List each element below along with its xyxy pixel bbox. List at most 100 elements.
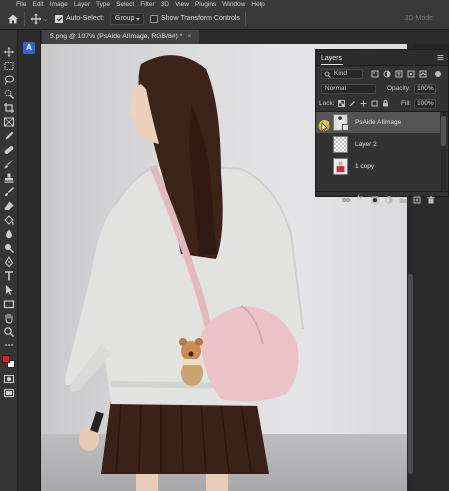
shape-filter-icon[interactable] <box>407 70 415 78</box>
lasso-icon[interactable] <box>3 74 15 86</box>
eraser-icon[interactable] <box>3 200 15 212</box>
menu-layer[interactable]: Layer <box>74 1 90 8</box>
auto-select-target-dropdown[interactable]: Group <box>110 13 144 25</box>
menu-3d[interactable]: 3D <box>161 1 169 8</box>
lock-fill-row: Lock: Fill: 100% <box>316 96 448 111</box>
lock-position-icon[interactable] <box>360 100 367 107</box>
layer-kind-filter-dropdown[interactable]: Kind <box>321 69 363 79</box>
chevron-down-icon[interactable]: ⌄ <box>43 16 48 23</box>
frame-icon[interactable] <box>3 116 15 128</box>
clone-stamp-icon[interactable] <box>3 172 15 184</box>
screen-mode-icon[interactable] <box>3 387 15 399</box>
hand-icon[interactable] <box>3 312 15 324</box>
transform-controls-checkbox[interactable] <box>150 15 158 23</box>
layer-row-1-copy[interactable]: 1 copy <box>316 156 440 177</box>
layer-name: Layer 2 <box>355 141 377 148</box>
chevron-down-icon <box>136 18 140 21</box>
filter-toggle-icon[interactable] <box>434 70 442 78</box>
menu-window[interactable]: Window <box>222 1 245 8</box>
zoom-icon[interactable] <box>3 326 15 338</box>
menu-type[interactable]: Type <box>96 1 110 8</box>
fill-input[interactable]: 100% <box>414 99 436 109</box>
layer-list: PsAide AIImage Layer 2 1 copy <box>316 111 448 192</box>
document-tab-title: 5.png @ 107% (PsAide AIImage, RGB/8#) * <box>50 33 183 40</box>
type-icon[interactable] <box>3 270 15 282</box>
layers-panel-title[interactable]: Layers <box>321 55 344 65</box>
foreground-color-swatch[interactable] <box>2 355 10 363</box>
quick-select-icon[interactable] <box>3 88 15 100</box>
blend-mode-dropdown[interactable]: Normal <box>321 84 376 94</box>
type-filter-icon[interactable] <box>395 70 403 78</box>
panel-menu-icon[interactable] <box>437 54 444 61</box>
scrollbar-thumb[interactable] <box>408 274 413 474</box>
healing-brush-icon[interactable] <box>3 144 15 156</box>
psaide-plugin-icon[interactable]: A <box>23 42 35 54</box>
lock-label: Lock: <box>319 100 335 107</box>
home-icon[interactable] <box>7 13 19 25</box>
crop-icon[interactable] <box>3 102 15 114</box>
more-tools-icon[interactable] <box>3 339 15 351</box>
smart-object-icon <box>342 124 349 131</box>
options-bar: ⌄ Auto-Select: Group Show Transform Cont… <box>0 8 449 30</box>
layers-panel: Layers Kind Normal Opacity: 100% Lock: F… <box>315 49 449 204</box>
lock-transparent-icon[interactable] <box>338 100 345 107</box>
smart-object-filter-icon[interactable] <box>419 70 427 78</box>
move-tool-icon[interactable] <box>30 13 42 25</box>
marquee-icon[interactable] <box>3 60 15 72</box>
brush-icon[interactable] <box>3 158 15 170</box>
auto-select-label: Auto-Select: <box>66 15 105 22</box>
layer-thumbnail <box>333 158 348 175</box>
layers-panel-footer: fx <box>316 191 448 208</box>
menu-view[interactable]: View <box>175 1 189 8</box>
menu-edit[interactable]: Edit <box>32 1 43 8</box>
transform-controls-label: Show Transform Controls <box>161 15 240 22</box>
layers-panel-header: Layers <box>316 50 448 66</box>
group-folder-icon[interactable] <box>399 196 407 204</box>
document-tab[interactable]: 5.png @ 107% (PsAide AIImage, RGB/8#) * × <box>42 30 200 44</box>
close-icon[interactable]: × <box>187 33 191 40</box>
menu-select[interactable]: Select <box>116 1 134 8</box>
menu-plugins[interactable]: Plugins <box>195 1 216 8</box>
move-icon[interactable] <box>3 46 15 58</box>
rectangle-icon[interactable] <box>3 298 15 310</box>
fx-icon[interactable]: fx <box>357 195 362 202</box>
lock-artboard-icon[interactable] <box>371 100 378 107</box>
menu-filter[interactable]: Filter <box>140 1 154 8</box>
tools-panel <box>0 30 18 491</box>
new-layer-icon[interactable] <box>413 196 421 204</box>
lock-pixels-icon[interactable] <box>349 100 356 107</box>
opacity-input[interactable]: 100% <box>414 84 436 94</box>
path-select-icon[interactable] <box>3 284 15 296</box>
layer-name: PsAide AIImage <box>355 119 402 126</box>
auto-select-target-value: Group <box>115 15 135 22</box>
dodge-icon[interactable] <box>3 242 15 254</box>
eyedropper-icon[interactable] <box>3 130 15 142</box>
search-icon <box>324 71 331 78</box>
layer-row-psaide-aiimage[interactable]: PsAide AIImage <box>316 112 440 133</box>
menu-file[interactable]: File <box>16 1 26 8</box>
blur-icon[interactable] <box>3 228 15 240</box>
history-brush-icon[interactable] <box>3 186 15 198</box>
auto-select-checkbox[interactable] <box>55 15 63 23</box>
fill-label: Fill: <box>401 100 412 107</box>
pen-icon[interactable] <box>3 256 15 268</box>
add-mask-icon[interactable] <box>371 196 379 204</box>
lock-all-icon[interactable] <box>382 100 389 107</box>
quick-mask-icon[interactable] <box>3 373 15 385</box>
layers-scrollbar[interactable] <box>441 112 446 192</box>
menu-image[interactable]: Image <box>50 1 68 8</box>
pixel-filter-icon[interactable] <box>371 70 379 78</box>
layer-name: 1 copy <box>355 163 375 170</box>
gradient-icon[interactable] <box>3 214 15 226</box>
scrollbar-thumb[interactable] <box>441 116 446 146</box>
menu-help[interactable]: Help <box>251 1 264 8</box>
trash-icon[interactable] <box>427 196 435 204</box>
adjustment-layer-icon[interactable] <box>385 196 393 204</box>
link-layers-icon[interactable] <box>342 196 350 204</box>
adjustment-filter-icon[interactable] <box>383 70 391 78</box>
layer-filter-row: Kind <box>316 66 448 81</box>
right-panel-dock <box>414 197 449 491</box>
opacity-value: 100% <box>417 85 434 92</box>
layer-row-layer-2[interactable]: Layer 2 <box>316 134 440 155</box>
document-tab-bar: 5.png @ 107% (PsAide AIImage, RGB/8#) * × <box>0 30 449 44</box>
